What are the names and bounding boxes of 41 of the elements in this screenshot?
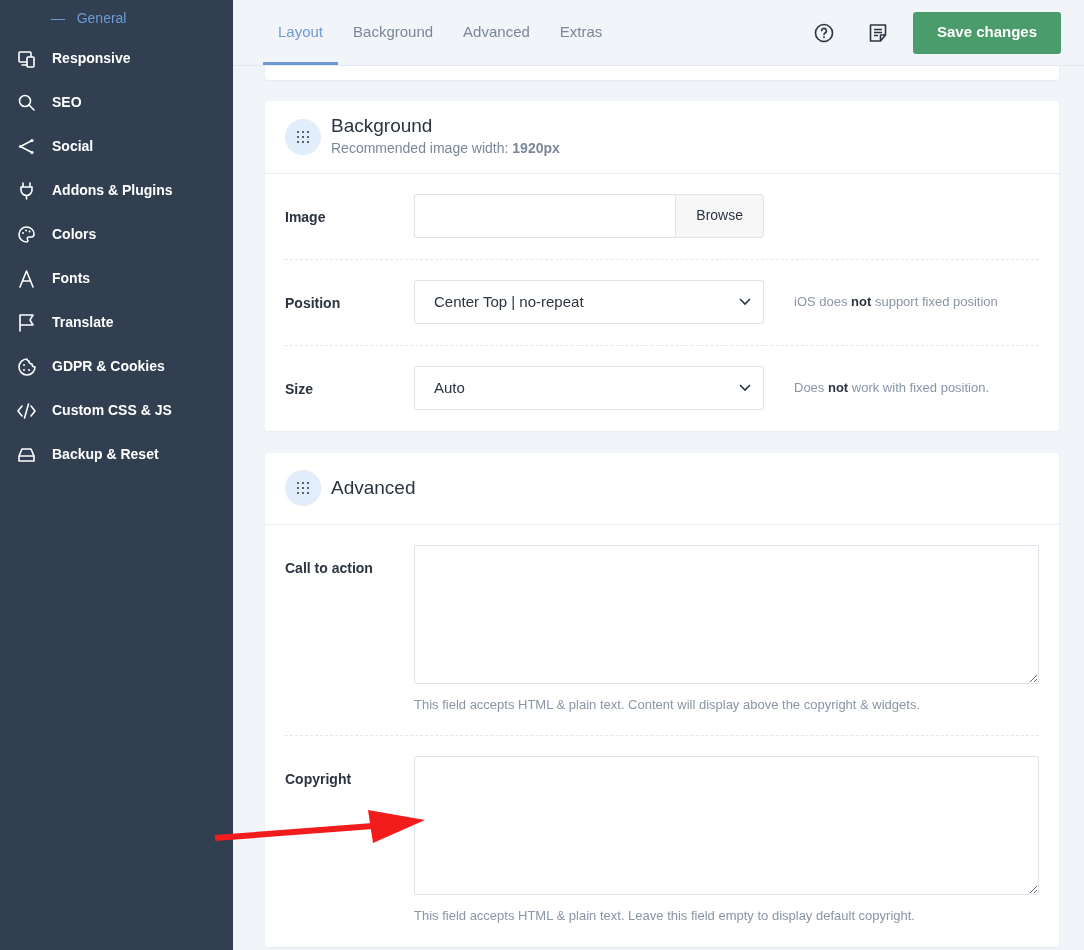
- sidebar-item[interactable]: Social: [0, 124, 233, 168]
- text-area[interactable]: [414, 756, 1039, 896]
- share-icon: [17, 136, 36, 156]
- field-label: Size: [285, 379, 314, 399]
- code-icon: [17, 400, 36, 420]
- plug-icon: [17, 180, 36, 200]
- sidebar-item[interactable]: Responsive: [0, 36, 233, 80]
- sidebar-item[interactable]: GDPR & Cookies: [0, 344, 233, 388]
- file-path-field[interactable]: [414, 193, 676, 238]
- chevron-down-icon: [739, 297, 751, 306]
- letter-a-icon: [17, 268, 36, 288]
- flag-icon: [17, 312, 36, 332]
- sidebar-item[interactable]: Translate: [0, 300, 233, 344]
- sidebar-subitem[interactable]: — General: [51, 10, 127, 26]
- field-label: Copyright: [285, 770, 353, 790]
- sidebar-item[interactable]: SEO: [0, 80, 233, 124]
- field-hint: This field accepts HTML & plain text. Content will display above the copyright & widgets.: [414, 695, 922, 714]
- cookie-icon: [17, 356, 36, 376]
- sidebar-item[interactable]: Fonts: [0, 256, 233, 300]
- section-title: Background: [331, 115, 434, 138]
- field-hint: Does not work with fixed position.: [793, 378, 990, 397]
- field-hint: iOS does not support fixed position: [793, 292, 998, 311]
- section-subtitle: Recommended image width: 1920px: [331, 138, 560, 158]
- field-label: Position: [285, 293, 342, 313]
- palette-icon: [17, 224, 36, 244]
- sidebar-item[interactable]: Colors: [0, 212, 233, 256]
- field-label: Call to action: [285, 558, 374, 578]
- sidebar-item[interactable]: Custom CSS & JS: [0, 388, 233, 432]
- text-area[interactable]: [414, 544, 1039, 684]
- select-field[interactable]: Auto: [414, 365, 764, 410]
- sidebar-item[interactable]: Backup & Reset: [0, 432, 233, 476]
- search-icon: [17, 92, 36, 112]
- section-title: Advanced: [331, 476, 416, 500]
- devices-icon: [17, 48, 36, 68]
- browse-button[interactable]: Browse: [675, 193, 764, 238]
- field-hint: This field accepts HTML & plain text. Leave this field empty to display default copyright.: [414, 907, 916, 926]
- help-icon[interactable]: [812, 21, 835, 44]
- sidebar-item[interactable]: Addons & Plugins: [0, 168, 233, 212]
- select-field[interactable]: Center Top | no-repeat: [414, 279, 764, 324]
- chevron-down-icon: [739, 383, 751, 392]
- field-label: Image: [285, 207, 327, 227]
